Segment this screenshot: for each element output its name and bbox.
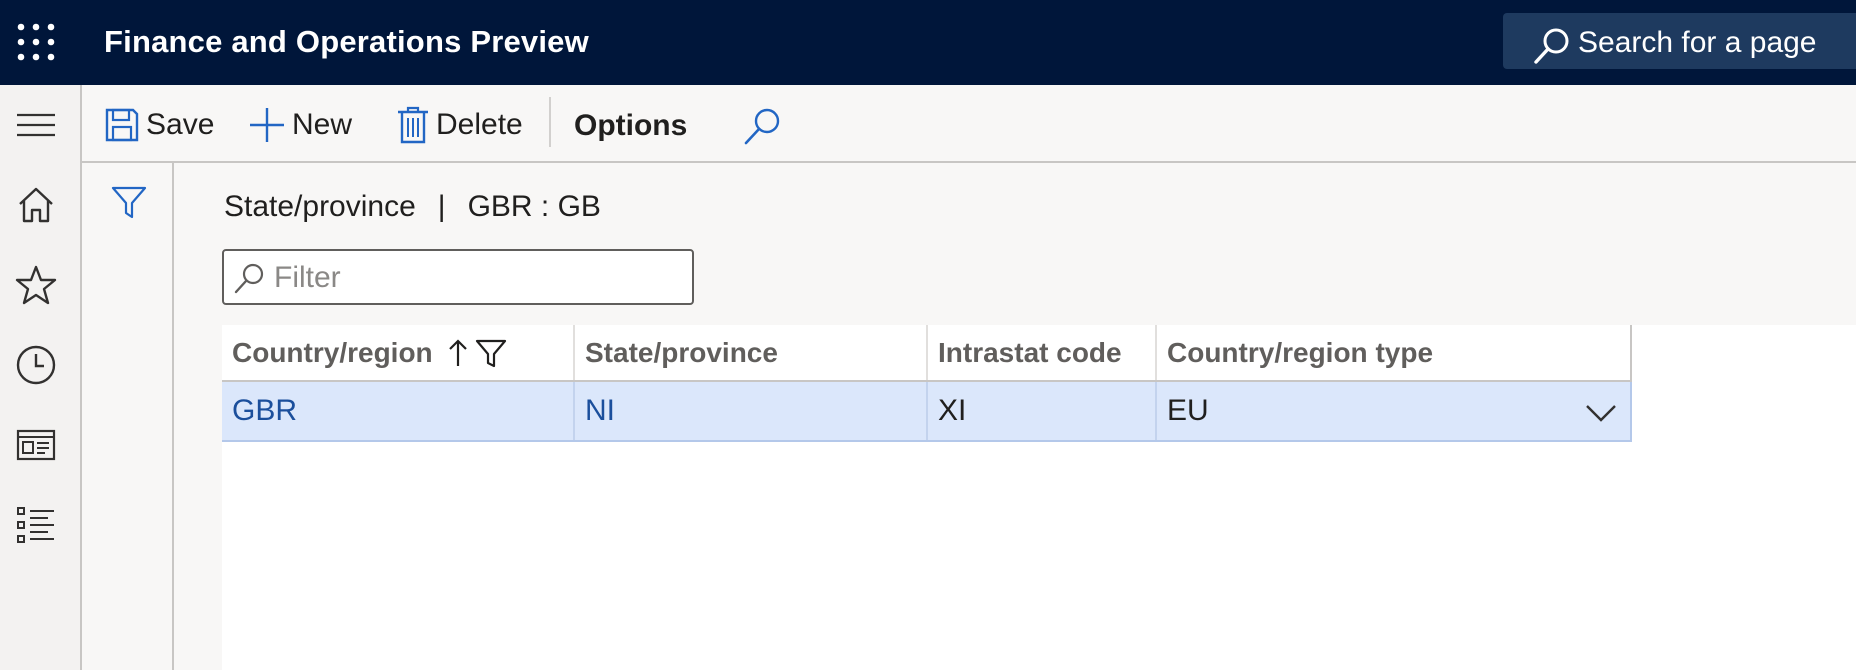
left-navigation xyxy=(0,85,82,670)
table-row[interactable]: GBR NI XI EU xyxy=(222,382,1632,442)
column-header-label: Country/region type xyxy=(1167,336,1434,368)
delete-label: Delete xyxy=(436,108,523,141)
hamburger-menu-icon[interactable] xyxy=(14,103,58,147)
record-name: GBR : GB xyxy=(467,190,601,223)
filter-pane xyxy=(82,163,174,670)
search-placeholder: Search for a page xyxy=(1578,26,1817,59)
save-label: Save xyxy=(146,108,215,141)
options-tab[interactable]: Options xyxy=(574,109,687,143)
country-region-type-value: EU xyxy=(1167,394,1209,427)
trash-icon xyxy=(398,106,428,144)
delete-button[interactable]: Delete xyxy=(396,103,523,147)
caption-separator: | xyxy=(437,190,446,223)
add-icon xyxy=(250,108,284,142)
cell-state-province[interactable]: NI xyxy=(575,382,928,440)
column-header-country-region-type[interactable]: Country/region type xyxy=(1157,325,1632,380)
column-header-label: Intrastat code xyxy=(938,336,1122,368)
search-icon xyxy=(1534,28,1569,64)
cell-intrastat-code[interactable]: XI xyxy=(928,382,1157,440)
column-filter-icon[interactable] xyxy=(475,337,507,369)
state-province-grid: Country/region State/province Intrastat … xyxy=(222,325,1856,670)
action-separator xyxy=(549,97,551,147)
app-launcher-icon[interactable] xyxy=(16,22,56,62)
column-header-label: Country/region xyxy=(232,336,433,368)
page-caption: State/province | GBR : GB xyxy=(224,190,601,224)
filter-search-icon xyxy=(234,263,264,294)
quick-filter-box[interactable] xyxy=(222,249,694,305)
find-search-icon[interactable] xyxy=(740,105,784,149)
workspaces-icon[interactable] xyxy=(14,423,58,467)
quick-filter-input[interactable] xyxy=(274,259,684,297)
chevron-down-icon[interactable] xyxy=(1584,398,1618,426)
page-search-box[interactable]: Search for a page xyxy=(1503,13,1856,69)
save-icon xyxy=(105,108,139,142)
column-header-country-region[interactable]: Country/region xyxy=(222,325,575,380)
app-title: Finance and Operations Preview xyxy=(104,24,589,59)
modules-list-icon[interactable] xyxy=(14,503,58,547)
favorites-star-icon[interactable] xyxy=(14,263,58,307)
top-bar: Finance and Operations Preview Search fo… xyxy=(0,0,1856,85)
column-header-intrastat-code[interactable]: Intrastat code xyxy=(928,325,1157,380)
new-button[interactable]: New xyxy=(248,103,352,147)
cell-country-region[interactable]: GBR xyxy=(222,382,575,440)
filter-icon[interactable] xyxy=(110,183,148,221)
save-button[interactable]: Save xyxy=(104,103,214,147)
sort-ascending-icon[interactable] xyxy=(447,338,469,368)
cell-country-region-type[interactable]: EU xyxy=(1157,382,1632,440)
grid-header: Country/region State/province Intrastat … xyxy=(222,325,1632,382)
action-pane: Save New Delete Options xyxy=(82,85,1856,163)
new-label: New xyxy=(292,108,353,141)
column-header-label: State/province xyxy=(585,336,778,368)
page-name: State/province xyxy=(224,190,416,223)
recent-clock-icon[interactable] xyxy=(14,343,58,387)
column-header-state-province[interactable]: State/province xyxy=(575,325,928,380)
home-icon[interactable] xyxy=(14,183,58,227)
